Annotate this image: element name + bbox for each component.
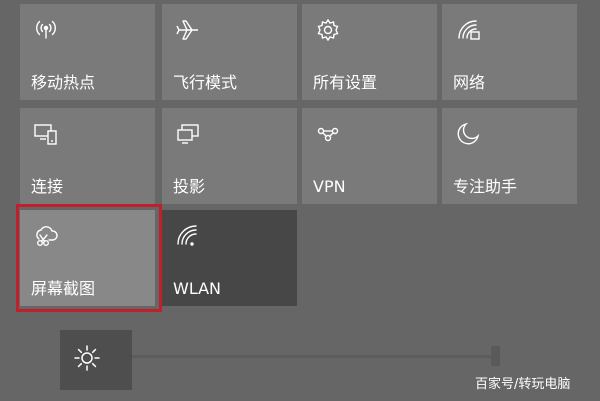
watermark-text: 百家号/转玩电脑 — [475, 377, 571, 392]
wifi-icon — [174, 222, 202, 250]
tile-screen-snip[interactable]: 屏幕截图 — [20, 210, 155, 306]
tile-label: 飞行模式 — [173, 73, 238, 92]
project-icon — [174, 120, 202, 148]
brightness-button[interactable] — [60, 330, 132, 390]
screen-snip-icon — [32, 222, 60, 250]
vpn-icon — [314, 120, 342, 148]
connect-icon — [32, 120, 60, 148]
mobile-hotspot-icon — [32, 16, 60, 44]
tile-label: 投影 — [173, 177, 206, 196]
tile-mobile-hotspot[interactable]: 移动热点 — [20, 4, 155, 100]
tile-wlan[interactable]: WLAN — [162, 210, 297, 306]
tile-label: 专注助手 — [453, 177, 518, 196]
tile-label: 连接 — [31, 177, 64, 196]
tile-network[interactable]: 网络 — [442, 4, 577, 100]
tile-label: 屏幕截图 — [31, 279, 96, 298]
tile-project[interactable]: 投影 — [162, 108, 297, 204]
action-center-panel: 移动热点 飞行模式 所有设置 网络 连接 投影 VPN 专注助手 屏幕截图 WL… — [0, 0, 600, 401]
network-icon — [454, 16, 482, 44]
tile-label: 网络 — [453, 73, 486, 92]
airplane-icon — [174, 16, 202, 44]
sun-icon — [72, 343, 102, 373]
tile-focus-assist[interactable]: 专注助手 — [442, 108, 577, 204]
moon-icon — [454, 120, 482, 148]
tile-label: WLAN — [173, 279, 222, 298]
tile-label: 移动热点 — [31, 73, 96, 92]
tile-connect[interactable]: 连接 — [20, 108, 155, 204]
tile-vpn[interactable]: VPN — [302, 108, 437, 204]
brightness-slider-thumb[interactable] — [491, 346, 500, 366]
brightness-slider-track[interactable] — [132, 355, 497, 358]
tile-label: 所有设置 — [313, 73, 378, 92]
tile-all-settings[interactable]: 所有设置 — [302, 4, 437, 100]
tile-label: VPN — [313, 177, 346, 196]
gear-icon — [314, 16, 342, 44]
tile-airplane-mode[interactable]: 飞行模式 — [162, 4, 297, 100]
